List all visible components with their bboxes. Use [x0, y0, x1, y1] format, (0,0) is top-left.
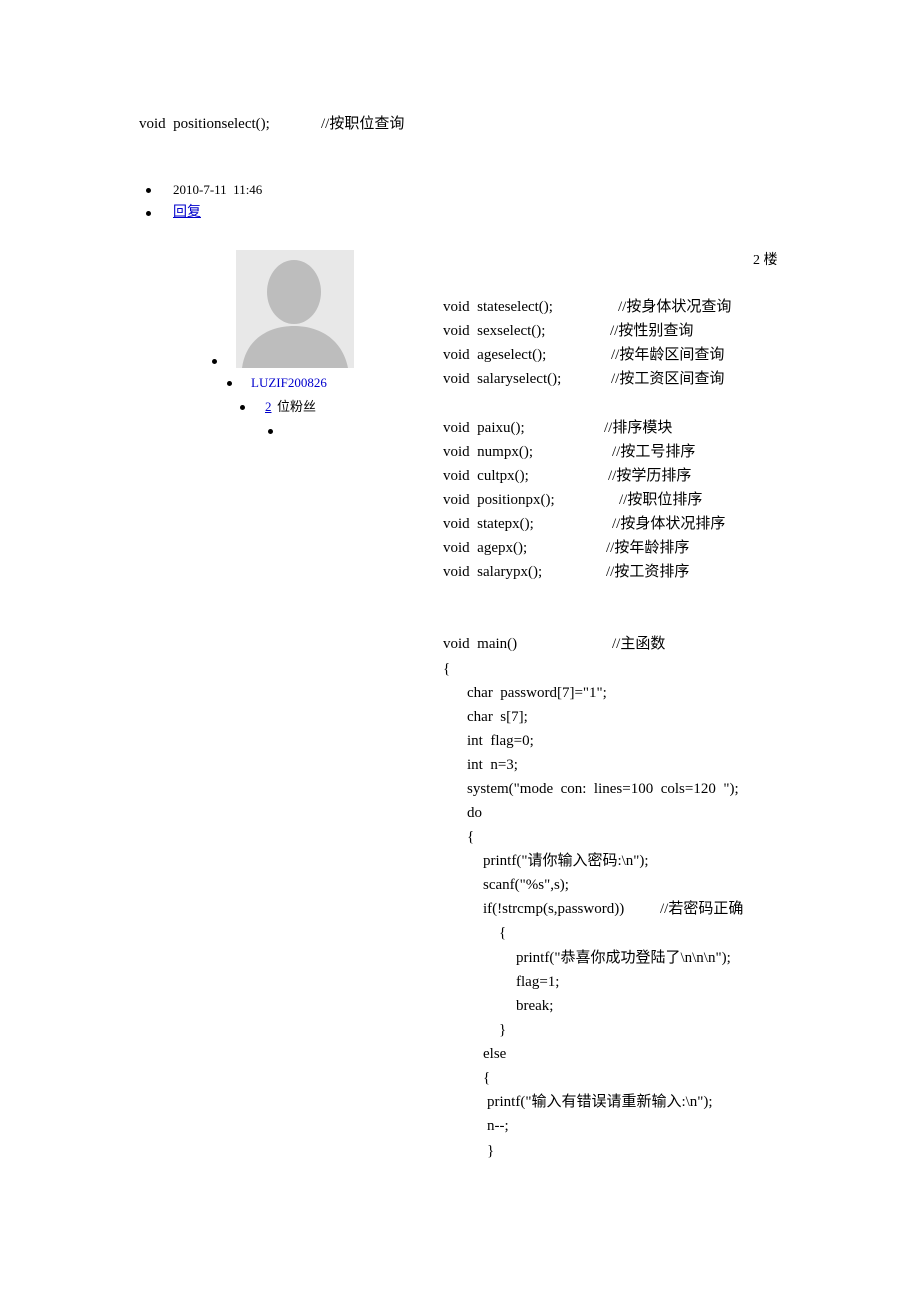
- code-comment: //若密码正确: [660, 901, 744, 917]
- fans-count-link[interactable]: 2: [265, 398, 272, 416]
- code-comment: //按职位排序: [619, 492, 703, 508]
- post-date: 2010-7-11 11:46: [173, 182, 263, 197]
- bullet-icon: [212, 359, 217, 364]
- bullet-icon: [227, 381, 232, 386]
- code-line: void ageselect();: [443, 347, 547, 363]
- code-line: void numpx();: [443, 444, 533, 460]
- code-line: void salarypx();: [443, 564, 543, 580]
- code-comment: //按身体状况查询: [618, 299, 732, 315]
- code-line: int n=3;: [467, 757, 518, 773]
- code-line: else: [483, 1046, 507, 1062]
- code-line: void cultpx();: [443, 468, 529, 484]
- code-line: void salaryselect();: [443, 371, 562, 387]
- code-line: flag=1;: [516, 974, 560, 990]
- code-comment: //按工资区间查询: [611, 371, 725, 387]
- code-line: char s[7];: [467, 709, 528, 725]
- bullet-icon: [240, 405, 245, 410]
- code-comment: //排序模块: [604, 420, 673, 436]
- reply-link[interactable]: 回复: [173, 204, 201, 222]
- code-line: int flag=0;: [467, 733, 534, 749]
- code-line: void stateselect();: [443, 299, 553, 315]
- bullet-icon: [268, 429, 273, 434]
- code-line: void paixu();: [443, 420, 525, 436]
- bullet-icon: [146, 211, 151, 216]
- code-line: {: [467, 829, 475, 845]
- code-comment: //按年龄区间查询: [611, 347, 725, 363]
- code-line: void statepx();: [443, 516, 534, 532]
- user-avatar[interactable]: [236, 250, 354, 368]
- code-line: }: [499, 1022, 507, 1038]
- comment-positionselect: //按职位查询: [321, 116, 405, 132]
- code-line: char password[7]="1";: [467, 685, 607, 701]
- code-comment: //按学历排序: [608, 468, 692, 484]
- username-link[interactable]: LUZIF200826: [251, 374, 327, 392]
- code-line-main: void main(): [443, 636, 518, 652]
- code-line: printf("请你输入密码:\n");: [483, 853, 649, 869]
- code-line: printf("恭喜你成功登陆了\n\n\n");: [516, 950, 731, 966]
- fans-label: 位粉丝: [277, 399, 317, 414]
- code-comment: //按工资排序: [606, 564, 690, 580]
- floor-label: 2 楼: [753, 253, 778, 268]
- code-comment: //按身体状况排序: [612, 516, 726, 532]
- code-line: scanf("%s",s);: [483, 877, 569, 893]
- code-comment: //按工号排序: [612, 444, 696, 460]
- code-line: {: [483, 1070, 491, 1086]
- bullet-icon: [146, 188, 151, 193]
- code-line: printf("输入有错误请重新输入:\n");: [487, 1094, 713, 1110]
- code-line: {: [499, 925, 507, 941]
- code-line: n--;: [487, 1118, 509, 1134]
- code-line-positionselect: void positionselect();: [139, 116, 270, 132]
- code-line: if(!strcmp(s,password)): [483, 901, 625, 917]
- code-line: void sexselect();: [443, 323, 546, 339]
- code-line: {: [443, 661, 451, 677]
- code-line: break;: [516, 998, 554, 1014]
- avatar-silhouette-icon: [236, 250, 354, 368]
- code-line: void agepx();: [443, 540, 528, 556]
- code-line: system("mode con: lines=100 cols=120 ");: [467, 781, 739, 797]
- code-comment-main: //主函数: [612, 636, 666, 652]
- code-line: void positionpx();: [443, 492, 555, 508]
- code-comment: //按性别查询: [610, 323, 694, 339]
- code-line: do: [467, 805, 482, 821]
- code-line: }: [487, 1143, 495, 1159]
- code-comment: //按年龄排序: [606, 540, 690, 556]
